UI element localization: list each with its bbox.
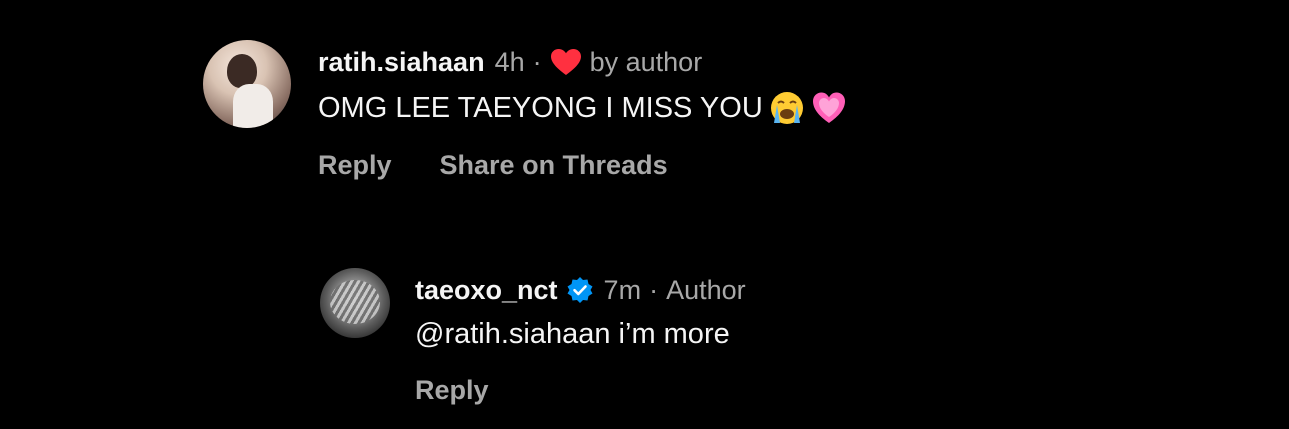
separator-dot: · bbox=[532, 46, 542, 77]
timestamp: 4h bbox=[494, 46, 525, 77]
comment-actions: Reply bbox=[415, 375, 1215, 406]
username[interactable]: ratih.siahaan bbox=[318, 47, 485, 78]
comment-text-row: @ratih.siahaan i’m more bbox=[415, 318, 1215, 351]
comment-text: OMG LEE TAEYONG I MISS YOU bbox=[318, 91, 763, 124]
reply-button[interactable]: Reply bbox=[415, 375, 489, 406]
avatar[interactable] bbox=[203, 40, 291, 128]
comment-body: ratih.siahaan 4h · by author OMG LEE TAE… bbox=[318, 44, 1218, 181]
verified-badge-icon bbox=[567, 277, 593, 303]
loudly-crying-face-icon bbox=[770, 92, 803, 124]
username[interactable]: taeoxo_nct bbox=[415, 275, 558, 306]
timestamp: 7m bbox=[603, 274, 642, 305]
comment-body: taeoxo_nct 7m · Author @ratih.siahaan i’… bbox=[415, 272, 1215, 406]
comment-meta: ratih.siahaan 4h · by author bbox=[318, 44, 1218, 80]
separator-dot: · bbox=[649, 274, 659, 305]
growing-heart-icon bbox=[812, 92, 845, 123]
comment-text: @ratih.siahaan i’m more bbox=[415, 318, 730, 350]
comment-text-row: OMG LEE TAEYONG I MISS YOU bbox=[318, 90, 1218, 126]
heart-icon bbox=[550, 49, 581, 75]
avatar[interactable] bbox=[320, 268, 390, 338]
reply-button[interactable]: Reply bbox=[318, 150, 392, 181]
comment-meta: taeoxo_nct 7m · Author bbox=[415, 272, 1215, 308]
share-on-threads-button[interactable]: Share on Threads bbox=[440, 150, 668, 181]
comment-actions: Reply Share on Threads bbox=[318, 150, 1218, 181]
author-label: Author bbox=[666, 274, 746, 305]
liked-by-author-label: by author bbox=[589, 46, 703, 77]
